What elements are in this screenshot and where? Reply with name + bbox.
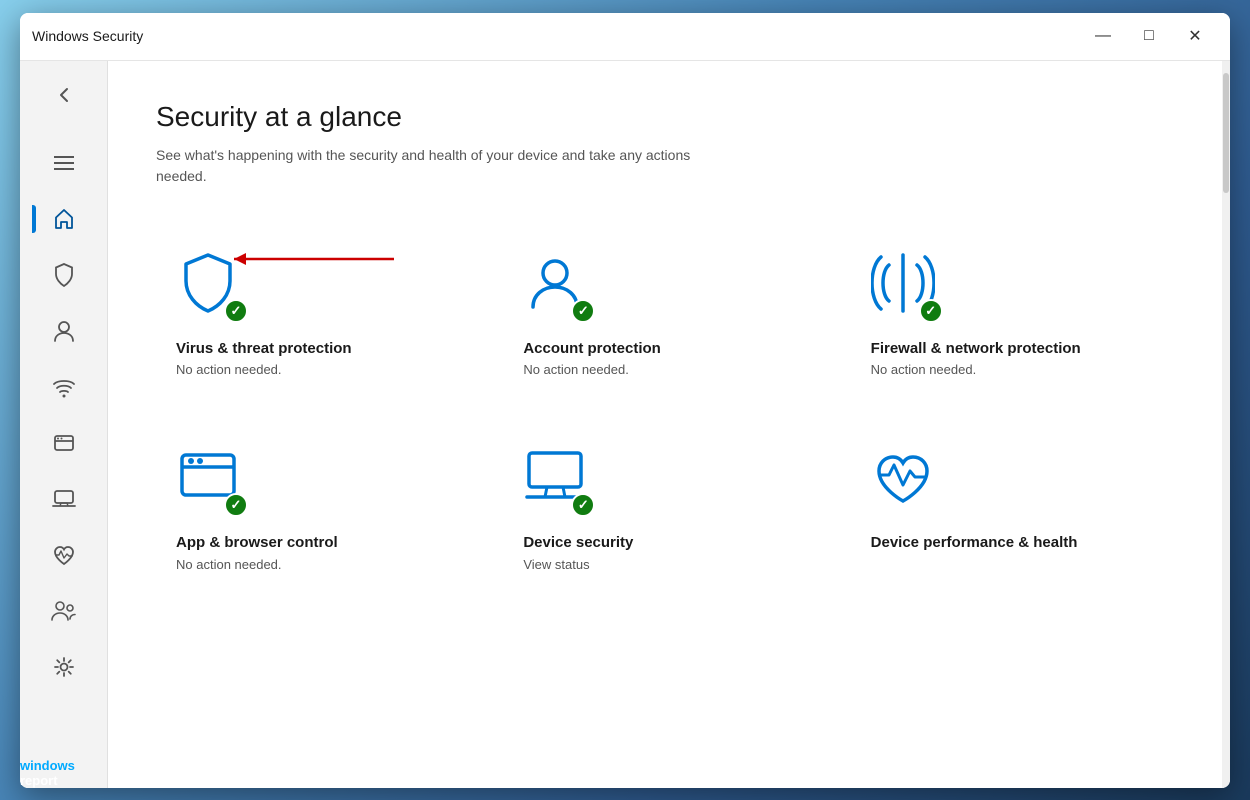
scrollbar-thumb[interactable] [1223,73,1229,193]
sidebar-item-settings[interactable] [38,641,90,693]
page-subtitle: See what's happening with the security a… [156,145,716,187]
virus-card-status: No action needed. [176,362,459,377]
minimize-button[interactable]: — [1080,20,1126,52]
main-body: Security at a glance See what's happenin… [20,61,1230,788]
sidebar-item-family[interactable] [38,585,90,637]
card-appbrowser[interactable]: ✓ App & browser control No action needed… [156,421,479,592]
gear-icon [53,656,75,678]
security-cards-grid: ✓ Virus & threat protection No action ne… [156,227,1174,592]
maximize-button[interactable]: □ [1126,20,1172,52]
scrollbar[interactable] [1222,61,1230,788]
account-card-title: Account protection [523,339,806,359]
sidebar-item-health[interactable] [38,529,90,581]
appbrowser-card-title: App & browser control [176,533,459,553]
page-title: Security at a glance [156,101,1174,133]
sidebar [20,61,108,788]
devicesecurity-card-title: Device security [523,533,806,553]
sidebar-item-device[interactable] [38,473,90,525]
home-icon [53,208,75,230]
card-account[interactable]: ✓ Account protection No action needed. [503,227,826,398]
browser-icon [53,432,75,454]
watermark-report: report [20,773,58,788]
health-icon [52,544,76,566]
sidebar-item-appbrowser[interactable] [38,417,90,469]
card-firewall[interactable]: ✓ Firewall & network protection No actio… [851,227,1174,398]
devicehealth-icon-wrapper [871,445,943,517]
person-icon [53,319,75,343]
windows-security-window: Windows Security — □ ✕ [20,13,1230,788]
virus-icon-wrapper: ✓ [176,251,248,323]
close-button[interactable]: ✕ [1172,20,1218,52]
family-icon [51,600,77,622]
laptop-icon [52,488,76,510]
annotation-arrow [224,243,404,275]
devicesecurity-card-status: View status [523,557,806,572]
menu-icon [54,155,74,171]
sidebar-item-home[interactable] [38,193,90,245]
card-virus[interactable]: ✓ Virus & threat protection No action ne… [156,227,479,398]
sidebar-item-account[interactable] [38,305,90,357]
back-icon [54,85,74,105]
firewall-icon-wrapper: ✓ [871,251,943,323]
wifi-icon [52,376,76,398]
watermark: windows report [20,758,75,788]
virus-check-badge: ✓ [224,299,248,323]
account-card-status: No action needed. [523,362,806,377]
shield-sidebar-icon [53,263,75,287]
appbrowser-icon-wrapper: ✓ [176,445,248,517]
device-health-icon [871,445,935,509]
devicehealth-card-title: Device performance & health [871,533,1154,553]
appbrowser-check-badge: ✓ [224,493,248,517]
virus-card-title: Virus & threat protection [176,339,459,359]
account-check-badge: ✓ [571,299,595,323]
card-devicesecurity[interactable]: ✓ Device security View status [503,421,826,592]
firewall-check-badge: ✓ [919,299,943,323]
devicesecurity-icon-wrapper: ✓ [523,445,595,517]
watermark-windows: windows [20,758,75,773]
window-controls: — □ ✕ [1080,20,1218,52]
sidebar-back-button[interactable] [38,69,90,121]
content-area: Security at a glance See what's happenin… [108,61,1222,788]
window-title: Windows Security [32,28,1080,44]
card-devicehealth[interactable]: Device performance & health [851,421,1174,592]
sidebar-menu-button[interactable] [38,137,90,189]
firewall-card-title: Firewall & network protection [871,339,1154,359]
sidebar-item-virus[interactable] [38,249,90,301]
appbrowser-card-status: No action needed. [176,557,459,572]
account-icon-wrapper: ✓ [523,251,595,323]
devicesecurity-check-badge: ✓ [571,493,595,517]
title-bar: Windows Security — □ ✕ [20,13,1230,61]
sidebar-item-firewall[interactable] [38,361,90,413]
firewall-card-status: No action needed. [871,362,1154,377]
